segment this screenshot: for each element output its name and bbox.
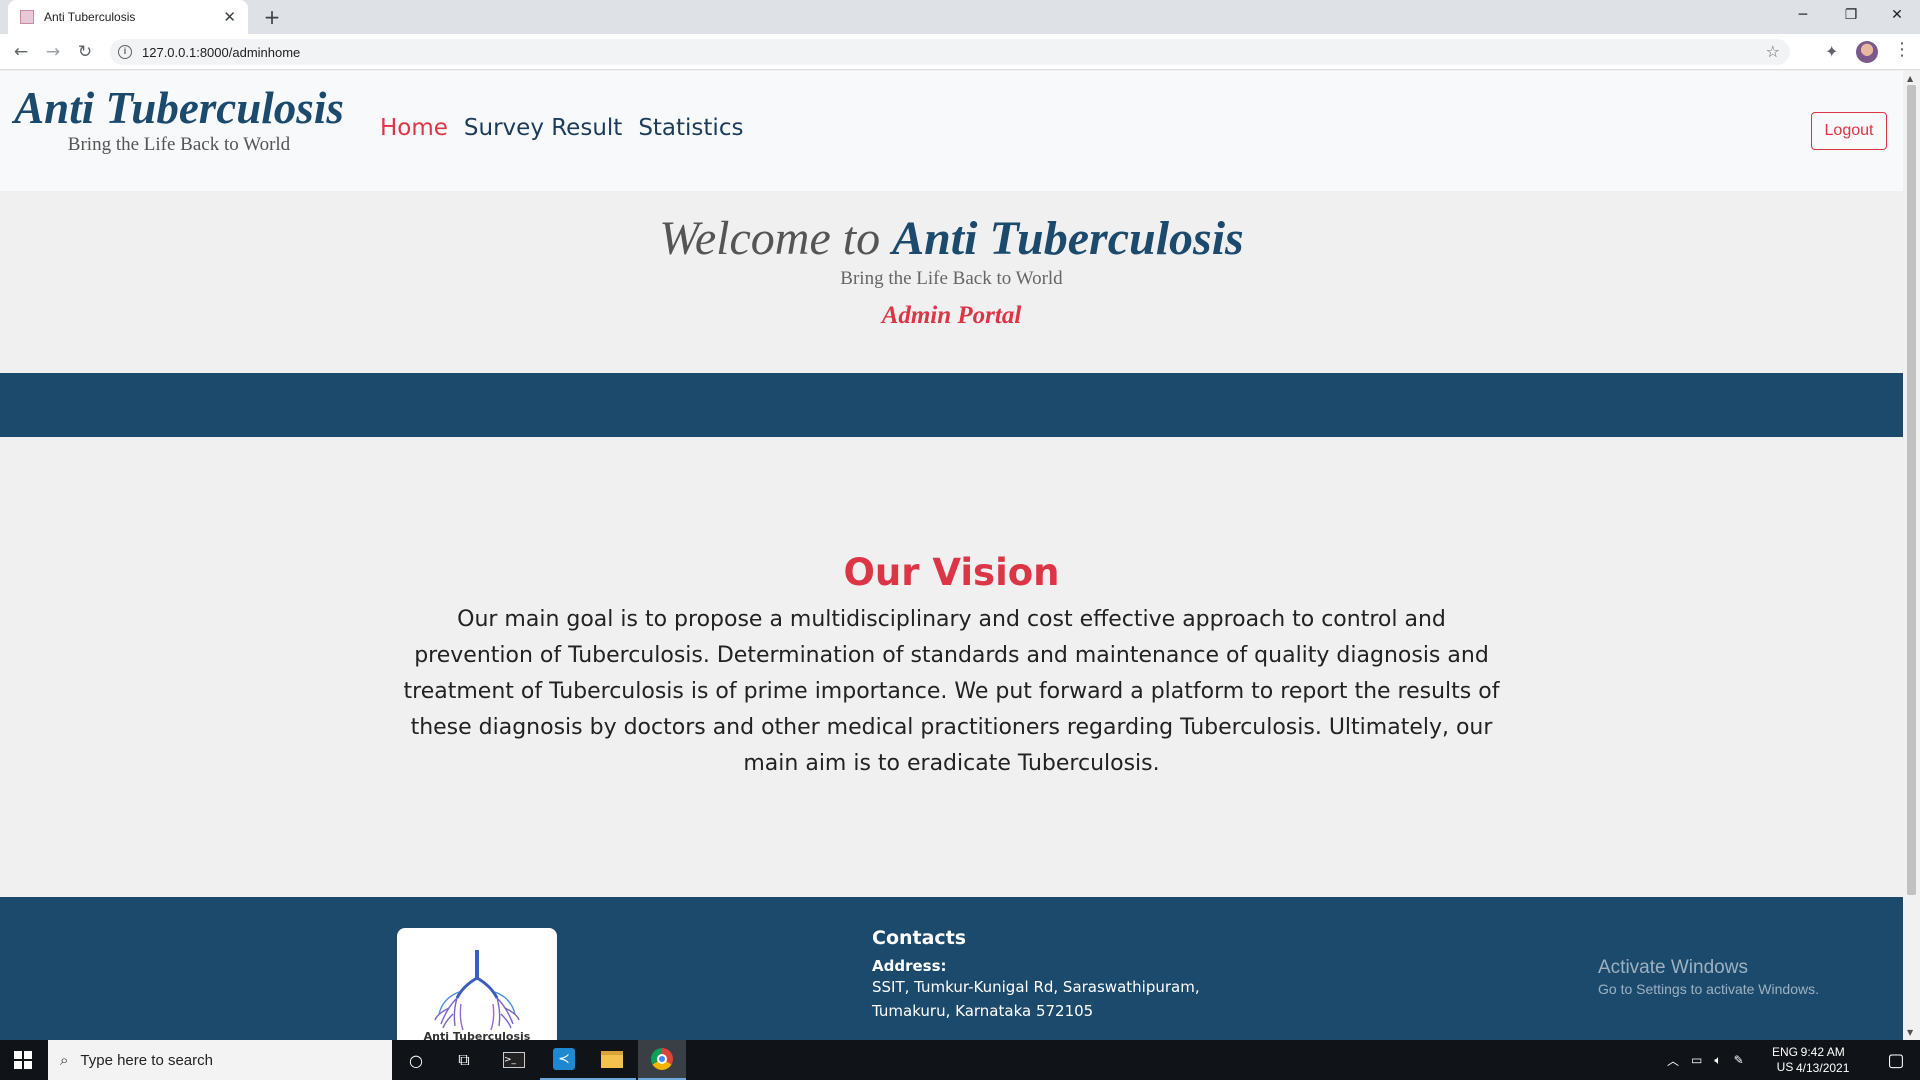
url-text: 127.0.0.1:8000/adminhome <box>142 44 301 60</box>
address-line-2: Tumakuru, Karnataka 572105 <box>872 1002 1094 1020</box>
windows-taskbar: ⌕ Type here to search ○ ⧉ >_ ≺ ︿ ▭ 🔈︎ ✎ … <box>0 1040 1920 1080</box>
search-placeholder: Type here to search <box>80 1051 213 1069</box>
keyboard-region: US <box>1776 1060 1794 1074</box>
brand-subtitle: Bring the Life Back to World <box>67 134 291 156</box>
admin-portal-label: Admin Portal <box>881 301 1022 329</box>
cortana-circle-icon[interactable]: ○ <box>392 1040 440 1080</box>
start-button[interactable] <box>0 1040 46 1080</box>
vision-text: Our main goal is to propose a multidisci… <box>403 607 1500 776</box>
welcome-prefix: Welcome to <box>659 212 881 265</box>
main-nav: Home Survey Result Statistics <box>380 115 743 141</box>
show-hidden-icons-chevron-icon[interactable]: ︿ <box>1667 1052 1679 1069</box>
tab-title: Anti Tuberculosis <box>44 10 136 24</box>
task-view-icon[interactable]: ⧉ <box>440 1040 488 1080</box>
profile-avatar[interactable] <box>1856 41 1878 63</box>
restore-window-button[interactable]: ❐ <box>1828 0 1874 30</box>
bookmark-star-icon[interactable]: ☆ <box>1766 42 1780 61</box>
footer-logo: Anti Tuberculosis <box>397 928 557 1040</box>
brand[interactable]: Anti Tuberculosis Bring the Life Back to… <box>14 83 344 156</box>
decorative-band <box>0 373 1903 437</box>
scrollbar-thumb[interactable] <box>1907 85 1916 895</box>
extensions-puzzle-icon[interactable]: ✦ <box>1825 42 1838 61</box>
pen-workspace-icon[interactable]: ✎ <box>1734 1053 1744 1067</box>
watermark-line-1: Activate Windows <box>1598 957 1748 978</box>
search-icon: ⌕ <box>60 1051 69 1069</box>
vision-section: Our Vision Our main goal is to propose a… <box>0 437 1903 917</box>
browser-toolbar: ← → ↻ i 127.0.0.1:8000/adminhome ☆ ✦ ⋮ <box>0 34 1920 70</box>
language-code: ENG <box>1772 1045 1799 1059</box>
site-info-icon[interactable]: i <box>118 45 132 59</box>
watermark-line-2: Go to Settings to activate Windows. <box>1598 981 1819 997</box>
welcome-heading: Welcome to Anti Tuberculosis <box>0 212 1903 266</box>
new-tab-button[interactable]: + <box>260 5 284 29</box>
reload-icon[interactable]: ↻ <box>73 40 97 64</box>
taskbar-search-box[interactable]: ⌕ Type here to search <box>48 1040 392 1080</box>
close-window-button[interactable]: ✕ <box>1874 0 1920 30</box>
contacts-block: Contacts Address: SSIT, Tumkur-Kunigal R… <box>872 927 1200 1023</box>
back-arrow-icon[interactable]: ← <box>9 40 33 64</box>
clock-date: 4/13/2021 <box>1796 1061 1850 1075</box>
clock-time: 9:42 AM <box>1800 1045 1845 1059</box>
browser-tab[interactable]: Anti Tuberculosis ✕ <box>8 0 248 34</box>
site-header: Anti Tuberculosis Bring the Life Back to… <box>0 71 1903 191</box>
nav-home-link[interactable]: Home <box>380 115 448 141</box>
page-scrollbar[interactable]: ▲ ▼ <box>1903 71 1920 1040</box>
system-tray: ︿ ▭ 🔈︎ ✎ <box>1667 1040 1744 1080</box>
vscode-app-icon[interactable]: ≺ <box>540 1040 588 1080</box>
notifications-icon[interactable]: ▢ <box>1872 1040 1920 1080</box>
page-viewport: Anti Tuberculosis Bring the Life Back to… <box>0 71 1903 1040</box>
terminal-app-icon[interactable]: >_ <box>490 1040 538 1080</box>
language-indicator[interactable]: ENG US <box>1772 1040 1798 1080</box>
nav-survey-result-link[interactable]: Survey Result <box>464 115 622 141</box>
scroll-down-arrow-icon[interactable]: ▼ <box>1907 1028 1913 1037</box>
network-icon[interactable]: ▭ <box>1691 1053 1702 1067</box>
address-label: Address: <box>872 957 947 975</box>
address-line-1: SSIT, Tumkur-Kunigal Rd, Saraswathipuram… <box>872 978 1200 996</box>
brand-title: Anti Tuberculosis <box>14 83 344 133</box>
address-bar[interactable]: i 127.0.0.1:8000/adminhome ☆ <box>110 39 1790 65</box>
taskbar-clock[interactable]: 9:42 AM 4/13/2021 <box>1796 1044 1849 1076</box>
forward-arrow-icon[interactable]: → <box>41 40 65 64</box>
site-footer: Anti Tuberculosis Contacts Address: SSIT… <box>0 897 1903 1040</box>
volume-icon[interactable]: 🔈︎ <box>1714 1053 1721 1068</box>
lungs-logo-icon: Anti Tuberculosis <box>424 950 531 1040</box>
site-favicon-icon <box>20 10 34 24</box>
scroll-up-arrow-icon[interactable]: ▲ <box>1907 74 1913 83</box>
contacts-title: Contacts <box>872 927 967 949</box>
welcome-brand-name: Anti Tuberculosis <box>892 212 1244 265</box>
welcome-section: Welcome to Anti Tuberculosis Bring the L… <box>0 191 1903 373</box>
vision-title: Our Vision <box>843 551 1060 594</box>
browser-tab-strip: Anti Tuberculosis ✕ + ─ ❐ ✕ <box>0 0 1920 34</box>
minimize-window-button[interactable]: ─ <box>1780 0 1826 30</box>
file-explorer-icon[interactable] <box>588 1040 636 1080</box>
logout-button[interactable]: Logout <box>1811 112 1887 150</box>
windows-logo-icon <box>14 1051 32 1069</box>
browser-menu-icon[interactable]: ⋮ <box>1893 39 1911 60</box>
chrome-app-icon[interactable] <box>638 1040 686 1080</box>
close-tab-icon[interactable]: ✕ <box>223 8 236 26</box>
nav-statistics-link[interactable]: Statistics <box>638 115 743 141</box>
activate-windows-watermark: Activate Windows Go to Settings to activ… <box>1598 957 1819 997</box>
welcome-subtitle: Bring the Life Back to World <box>840 267 1063 289</box>
svg-text:Anti Tuberculosis: Anti Tuberculosis <box>424 1030 531 1040</box>
